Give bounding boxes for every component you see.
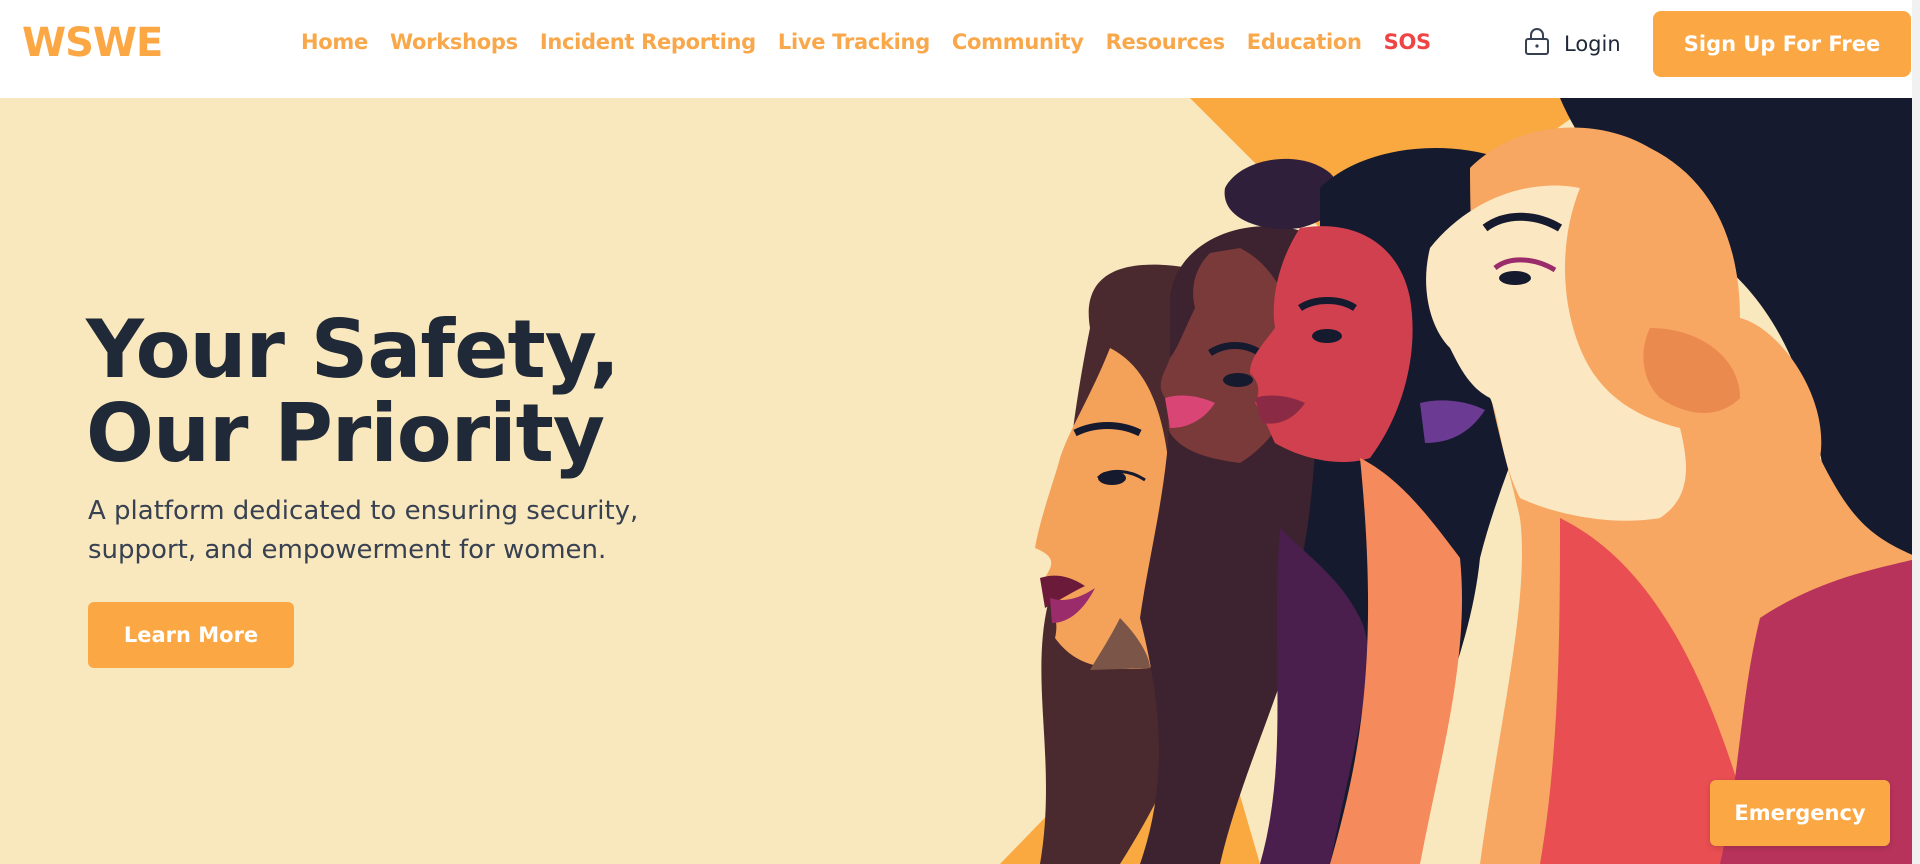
hero-section: Your Safety, Our Priority A platform ded…	[0, 98, 1920, 864]
signup-button[interactable]: Sign Up For Free	[1653, 11, 1911, 77]
page-scrollbar[interactable]	[1912, 0, 1920, 864]
nav-live-tracking[interactable]: Live Tracking	[778, 30, 930, 54]
login-label: Login	[1564, 31, 1621, 56]
emergency-button[interactable]: Emergency	[1710, 780, 1890, 846]
nav-home[interactable]: Home	[301, 30, 368, 54]
nav-resources[interactable]: Resources	[1106, 30, 1225, 54]
nav-education[interactable]: Education	[1247, 30, 1362, 54]
main-nav: Home Workshops Incident Reporting Live T…	[301, 30, 1453, 54]
lock-icon	[1524, 26, 1550, 61]
nav-community[interactable]: Community	[952, 30, 1084, 54]
login-link[interactable]: Login	[1524, 26, 1621, 61]
nav-incident-reporting[interactable]: Incident Reporting	[540, 30, 756, 54]
hero-title-line1: Your Safety,	[86, 303, 620, 396]
site-header: WSWE Home Workshops Incident Reporting L…	[0, 0, 1920, 98]
women-profiles-illustration	[1000, 98, 1920, 864]
hero-title-line2: Our Priority	[86, 387, 605, 480]
nav-workshops[interactable]: Workshops	[390, 30, 518, 54]
learn-more-button[interactable]: Learn More	[88, 602, 294, 668]
nav-sos[interactable]: SOS	[1384, 30, 1432, 54]
hero-title: Your Safety, Our Priority	[86, 308, 706, 476]
logo[interactable]: WSWE	[22, 20, 163, 66]
hero-subtitle: A platform dedicated to ensuring securit…	[88, 496, 639, 565]
